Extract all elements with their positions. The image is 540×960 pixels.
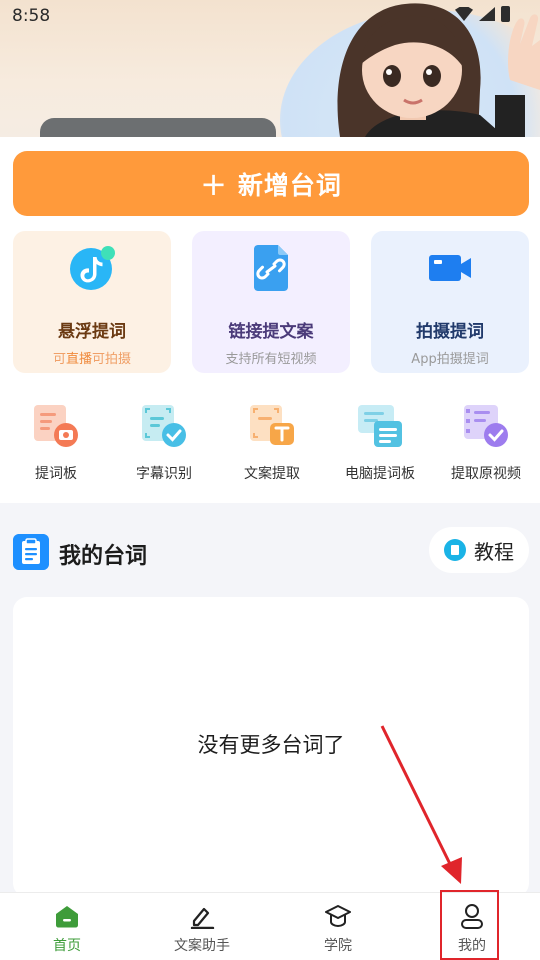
shoot-prompter-sub: App拍摄提词 (411, 352, 489, 367)
tool-teleprompter-board[interactable]: 提词板 (2, 403, 110, 483)
add-lines-label: 新增台词 (237, 170, 342, 200)
my-lines-header: 我的台词 教程 (13, 527, 529, 576)
tab-mine[interactable]: 我的 (412, 893, 532, 960)
tool-extract-video-label: 提取原视频 (451, 466, 521, 482)
add-lines-button[interactable]: + 新增台词 (13, 151, 529, 216)
tab-mine-label: 我的 (458, 938, 486, 954)
subtitle-recognition-icon (142, 405, 186, 447)
extract-video-icon (464, 405, 508, 447)
link-extract-sub: 支持所有短视频 (225, 352, 317, 367)
status-icons (455, 6, 510, 22)
book-icon (444, 539, 466, 561)
signal-icon (479, 7, 495, 21)
tool-teleprompter-board-label: 提词板 (35, 466, 77, 482)
tab-copy-assistant[interactable]: 文案助手 (142, 893, 262, 960)
user-icon (461, 904, 483, 929)
text-extract-icon (250, 405, 294, 445)
link-extract-title: 链接提文案 (228, 322, 314, 342)
tab-home-label: 首页 (53, 938, 81, 954)
tutorial-label: 教程 (474, 539, 514, 564)
pc-teleprompter-icon (358, 405, 402, 447)
tutorial-button[interactable]: 教程 (429, 527, 529, 573)
tab-academy-label: 学院 (324, 938, 352, 954)
tab-academy[interactable]: 学院 (278, 893, 398, 960)
battery-icon (501, 6, 510, 22)
tool-text-extract-label: 文案提取 (244, 466, 300, 482)
tool-pc-teleprompter[interactable]: 电脑提词板 (326, 403, 434, 483)
graduation-cap-icon (325, 905, 351, 928)
video-camera-icon (429, 255, 471, 281)
link-extract-card[interactable]: 链接提文案 支持所有短视频 (192, 231, 350, 373)
status-time: 8:58 (12, 6, 51, 26)
my-lines-title: 我的台词 (59, 544, 148, 569)
link-icon (254, 245, 288, 291)
tool-pc-teleprompter-label: 电脑提词板 (345, 466, 415, 482)
my-lines-list: 没有更多台词了 (13, 597, 529, 897)
tab-copy-assistant-label: 文案助手 (174, 938, 230, 954)
banner-card-peek (40, 118, 276, 137)
feature-section: + 新增台词 悬浮提词 可直播可拍摄 链接提文案 支持所有短视频 拍摄提词 Ap… (0, 137, 540, 503)
floating-prompter-sub: 可直播可拍摄 (52, 352, 132, 367)
home-icon (56, 906, 78, 928)
wifi-icon (455, 7, 473, 21)
plus-icon: + (200, 164, 228, 203)
shoot-prompter-title: 拍摄提词 (416, 322, 484, 342)
teleprompter-board-icon (34, 405, 78, 447)
shoot-prompter-card[interactable]: 拍摄提词 App拍摄提词 (371, 231, 529, 373)
empty-state-text: 没有更多台词了 (197, 733, 345, 757)
tool-text-extract[interactable]: 文案提取 (218, 403, 326, 483)
floating-prompter-title: 悬浮提词 (58, 322, 126, 342)
tiktok-icon (70, 246, 115, 290)
tool-extract-video[interactable]: 提取原视频 (432, 403, 540, 483)
tool-subtitle-recognition[interactable]: 字幕识别 (110, 403, 218, 483)
edit-icon (190, 907, 215, 929)
tool-subtitle-recognition-label: 字幕识别 (136, 466, 192, 482)
notepad-icon (13, 534, 49, 570)
bottom-tab-bar: 首页 文案助手 学院 我的 (0, 892, 540, 960)
floating-prompter-card[interactable]: 悬浮提词 可直播可拍摄 (13, 231, 171, 373)
tab-home[interactable]: 首页 (7, 893, 127, 960)
top-banner[interactable]: 8:58 (0, 0, 540, 137)
